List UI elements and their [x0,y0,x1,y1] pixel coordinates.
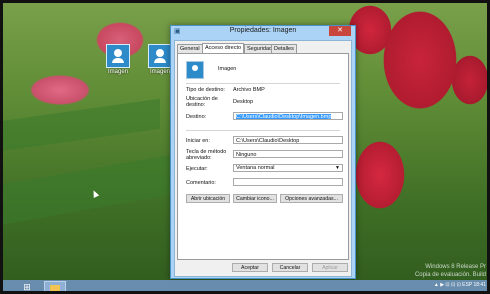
tipo-destino-value: Archivo BMP [233,87,265,93]
tecla-metodo-label: Tecla de método abreviado: [186,149,227,162]
shortcut-name: Imagen [218,66,237,72]
divider [186,130,340,131]
close-button[interactable]: ✕ [329,26,351,36]
dialog-titlebar[interactable]: ▣ Propiedades: Imagen ✕ [171,26,355,38]
image-shortcut-icon [148,44,172,68]
comentario-label: Comentario: [186,180,216,186]
tray-icons: ▲ ▶ ⊡ ⊡ ⊡ ESP [433,282,473,288]
taskbar [0,280,490,294]
iniciar-en-label: Iniciar en: [186,138,210,144]
file-explorer-taskbar-icon[interactable] [44,281,66,293]
abrir-ubicacion-button[interactable]: Abrir ubicación [186,194,230,203]
chevron-down-icon: ▼ [335,165,340,171]
watermark-line-1: Windows 8 Release Pr [425,264,486,270]
dialog-body: General Acceso directo Seguridad Detalle… [174,40,352,277]
clock[interactable]: 18:41 [473,282,486,288]
destino-value: C:\Users\Claudio\Desktop\Imagen.bmp [236,114,332,120]
image-file-icon [186,61,204,79]
watermark-line-2: Copia de evaluación. Build [414,272,486,278]
tecla-metodo-input[interactable]: Ninguno [233,150,343,158]
aplicar-button[interactable]: Aplicar [312,263,348,272]
system-tray[interactable]: ▲ ▶ ⊡ ⊡ ⊡ ESP 18:41 [434,282,486,288]
ejecutar-label: Ejecutar: [186,166,208,172]
cancelar-button[interactable]: Cancelar [272,263,308,272]
image-shortcut-icon [106,44,130,68]
iniciar-en-input[interactable]: C:\Users\Claudio\Desktop [233,136,343,144]
properties-dialog: ▣ Propiedades: Imagen ✕ General Acceso d… [170,25,356,279]
ubicacion-destino-label: Ubicación de destino: [186,96,218,109]
destino-input[interactable]: C:\Users\Claudio\Desktop\Imagen.bmp [233,112,343,120]
opciones-avanzadas-button[interactable]: Opciones avanzadas... [280,194,343,203]
comentario-input[interactable] [233,178,343,186]
ejecutar-select[interactable]: Ventana normal ▼ [233,164,343,172]
destino-label: Destino: [186,114,207,120]
desktop-icon-label: Imagen [107,69,128,75]
aceptar-button[interactable]: Aceptar [232,263,268,272]
ubicacion-destino-value: Desktop [233,99,254,105]
cambiar-icono-button[interactable]: Cambiar icono... [233,194,277,203]
desktop-icon-imagen[interactable]: Imagen [103,44,133,75]
desktop: Imagen Imagen ▣ Propiedades: Imagen ✕ Ge… [0,0,490,294]
tulip-field-stripe [0,98,160,152]
tipo-destino-label: Tipo de destino: [186,87,225,93]
dialog-title: Propiedades: Imagen [229,27,297,34]
divider [186,83,340,84]
tulip-field-stripe [0,155,170,225]
start-button[interactable]: ⊞ [20,281,34,293]
ejecutar-value: Ventana normal [236,165,275,171]
tab-panel: Imagen Tipo de destino: Archivo BMP Ubic… [177,53,349,260]
